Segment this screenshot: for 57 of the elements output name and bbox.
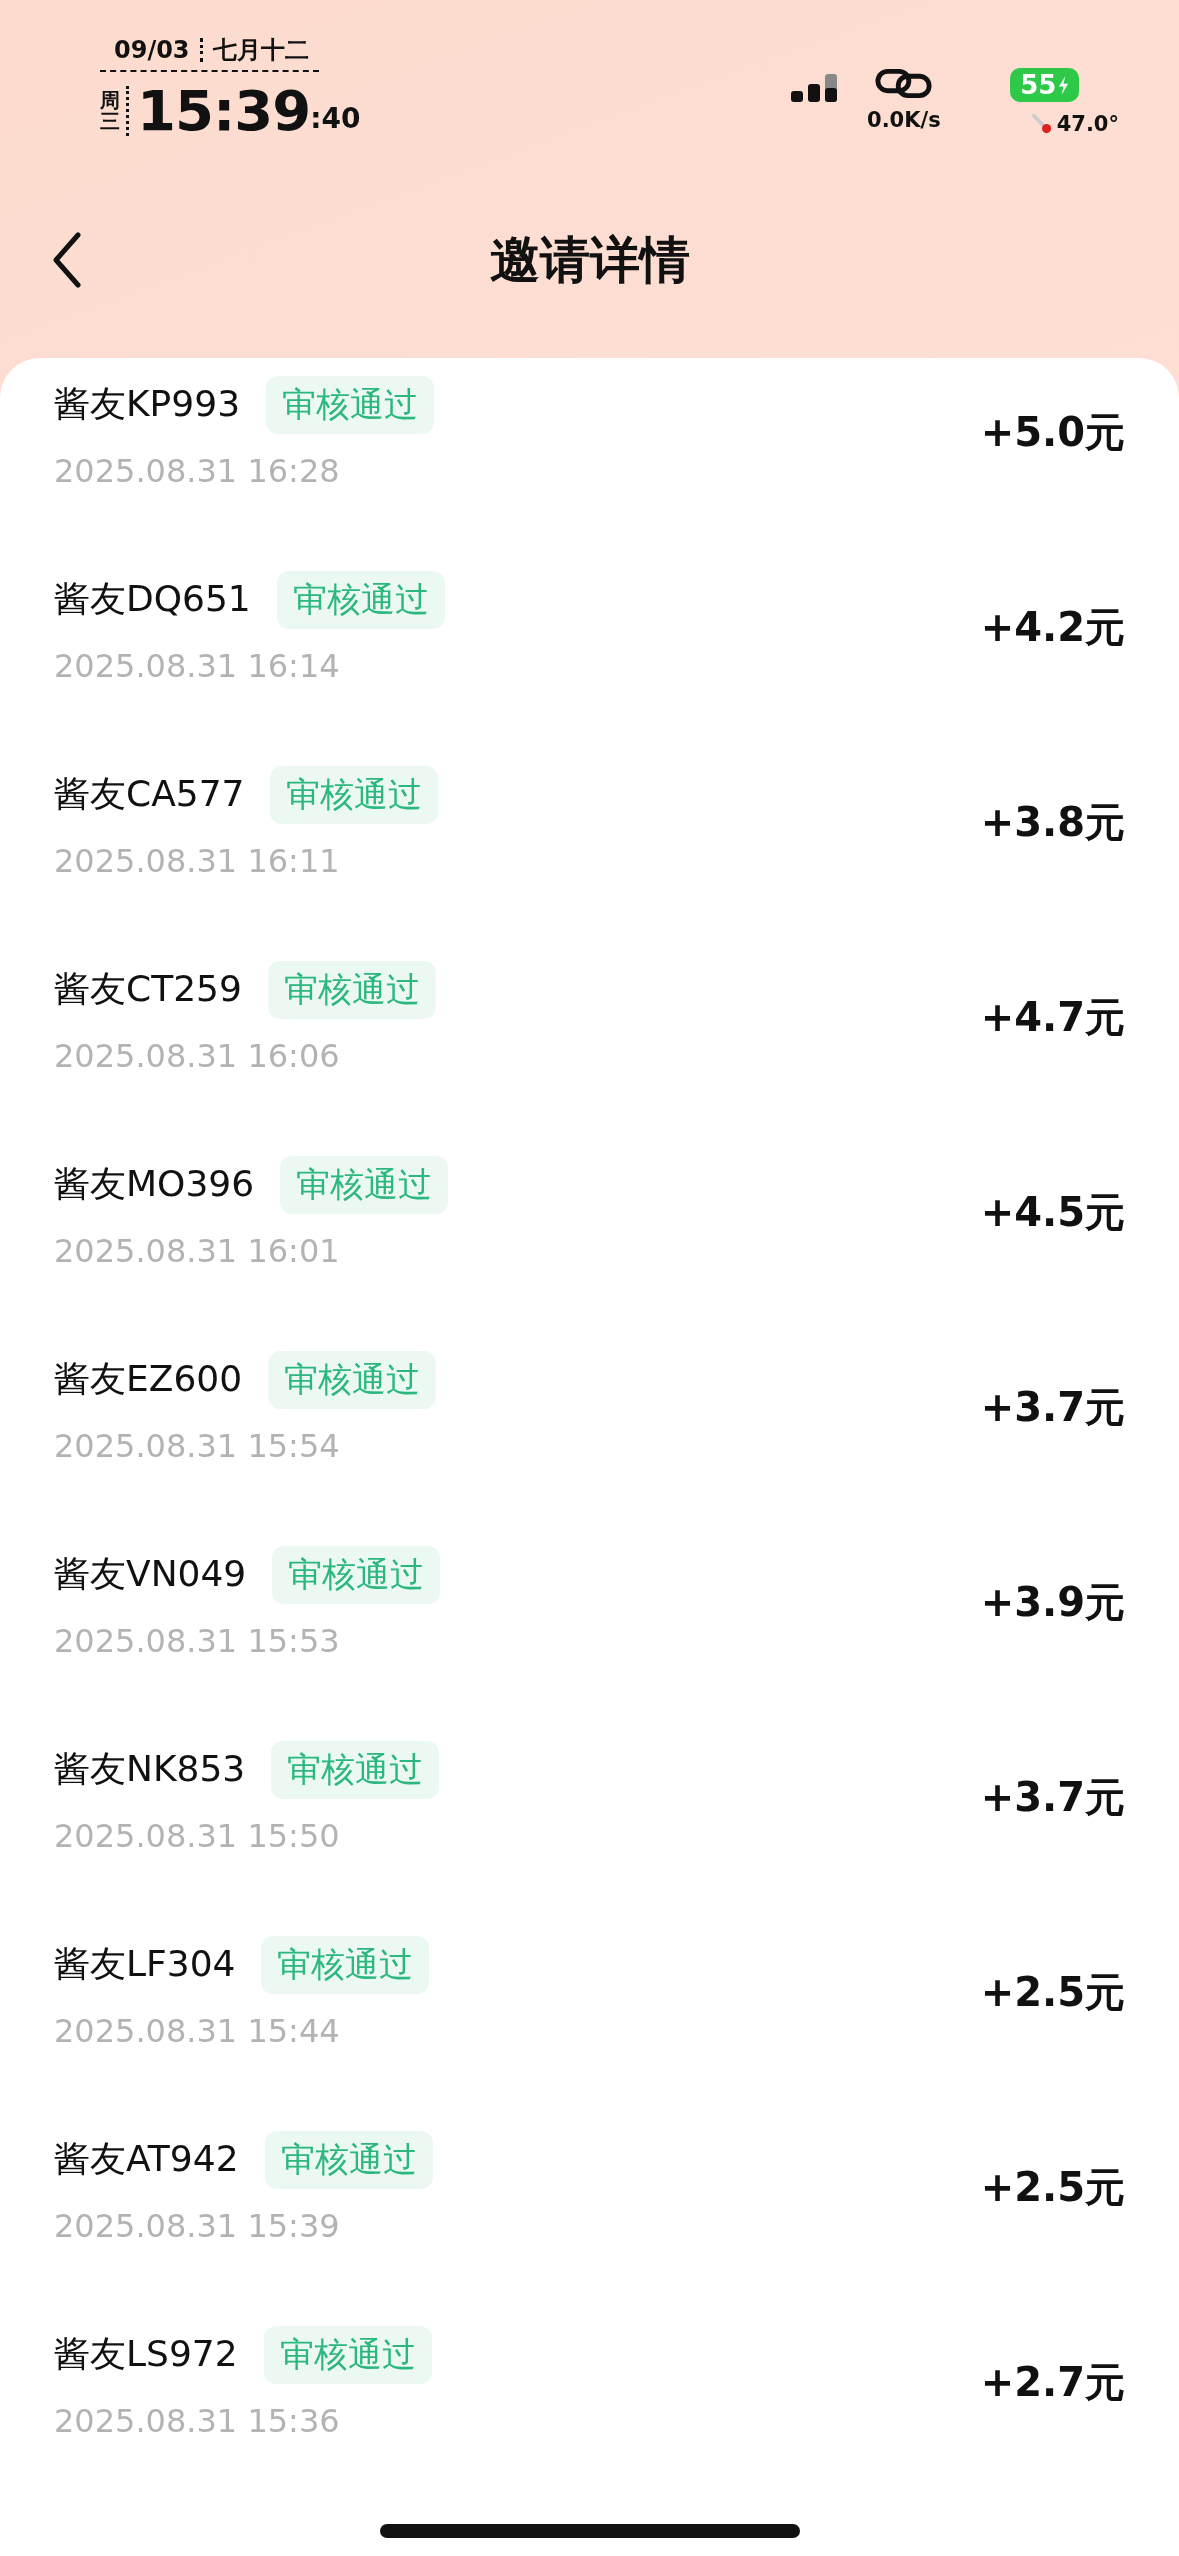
status-badge: 审核通过 <box>280 1155 449 1214</box>
invitee-name: 酱友LF304 <box>54 1942 236 1986</box>
invite-time: 2025.08.31 15:39 <box>54 2206 341 2245</box>
invitee-name: 酱友CA577 <box>54 772 245 816</box>
reward-amount: +2.5元 <box>980 1968 1125 2017</box>
reward-amount: +5.0元 <box>980 408 1125 457</box>
invitee-name: 酱友CT259 <box>54 967 242 1011</box>
status-badge: 审核通过 <box>263 2325 432 2384</box>
invite-time: 2025.08.31 16:11 <box>54 841 341 880</box>
invitee-name: 酱友LS972 <box>54 2332 238 2376</box>
reward-amount: +4.2元 <box>980 603 1125 652</box>
status-badge: 审核通过 <box>267 960 436 1019</box>
invitee-name: 酱友KP993 <box>54 382 241 426</box>
reward-amount: +3.7元 <box>980 1773 1125 1822</box>
weekday: 周三 <box>100 89 121 132</box>
reward-amount: +3.8元 <box>980 798 1125 847</box>
invitee-name: 酱友VN049 <box>54 1552 247 1596</box>
status-badge: 审核通过 <box>261 1935 430 1994</box>
signal-icon <box>791 74 837 102</box>
invite-time: 2025.08.31 15:53 <box>54 1621 341 1660</box>
status-badge: 审核通过 <box>264 2130 433 2189</box>
page-title: 邀请详情 <box>489 229 690 291</box>
invite-time: 2025.08.31 16:14 <box>54 646 341 685</box>
invitee-name: 酱友EZ600 <box>54 1357 243 1401</box>
clock-time: 15:39 <box>137 78 311 143</box>
reward-amount: +2.7元 <box>980 2358 1125 2407</box>
invite-time: 2025.08.31 15:50 <box>54 1816 341 1855</box>
reward-amount: +4.7元 <box>980 993 1125 1042</box>
invite-time: 2025.08.31 15:44 <box>54 2011 341 2050</box>
thermometer-icon <box>1030 113 1053 135</box>
clock-seconds: :40 <box>310 102 361 135</box>
invite-time: 2025.08.31 16:28 <box>54 451 341 490</box>
battery-icon: 55 <box>1010 68 1080 102</box>
invitee-name: 酱友MO396 <box>54 1162 255 1206</box>
lunar-date: 七月十二 <box>212 35 309 66</box>
status-badge: 审核通过 <box>272 1545 441 1604</box>
status-badge: 审核通过 <box>270 765 439 824</box>
reward-amount: +3.7元 <box>980 1383 1125 1432</box>
status-date: 09/03 <box>114 36 190 64</box>
status-badge: 审核通过 <box>271 1740 440 1799</box>
invitee-name: 酱友AT942 <box>54 2137 239 2181</box>
invitee-name: 酱友NK853 <box>54 1747 246 1791</box>
link-icon <box>874 68 933 98</box>
temperature: 47.0° <box>1056 112 1119 136</box>
back-icon[interactable] <box>52 232 82 288</box>
invite-time: 2025.08.31 15:54 <box>54 1426 341 1465</box>
status-badge: 审核通过 <box>266 375 435 434</box>
network-speed: 0.0K/s <box>867 108 941 132</box>
reward-amount: +3.9元 <box>980 1578 1125 1627</box>
reward-amount: +2.5元 <box>980 2163 1125 2212</box>
invite-time: 2025.08.31 16:01 <box>54 1231 341 1270</box>
invite-time: 2025.08.31 15:36 <box>54 2401 341 2440</box>
invitee-name: 酱友DQ651 <box>54 577 251 621</box>
status-badge: 审核通过 <box>268 1350 437 1409</box>
status-badge: 审核通过 <box>276 570 445 629</box>
invite-time: 2025.08.31 16:06 <box>54 1036 341 1075</box>
reward-amount: +4.5元 <box>980 1188 1125 1237</box>
